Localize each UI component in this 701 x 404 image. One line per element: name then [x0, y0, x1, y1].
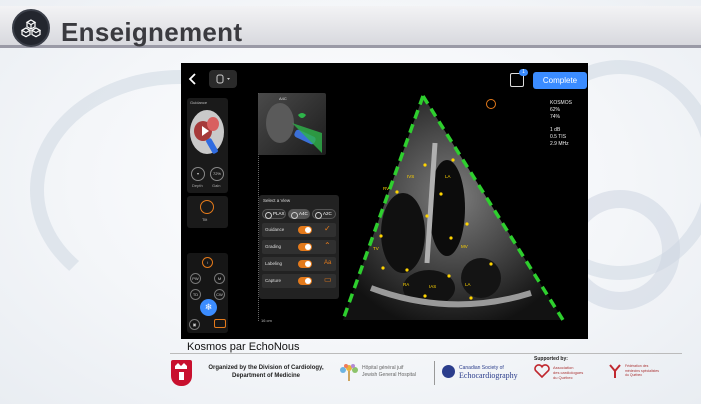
organizer-line: Organized by the Division of Cardiology, [208, 365, 324, 371]
anatomy-label: LA [445, 174, 451, 179]
guidance-row-label: Guidance [265, 227, 285, 232]
anatomy-label: IVS [407, 174, 414, 179]
freeze-snowflake-icon[interactable]: ❄ [200, 299, 217, 316]
text-labels-icon: Aa [324, 260, 332, 266]
gallery-button[interactable]: ▣ [189, 319, 200, 330]
header-bar: Enseignement [0, 6, 701, 48]
imaging-controls: ↕ PW M TD CW ❄ ▣ [187, 253, 228, 333]
probe-menu-button[interactable] [209, 70, 237, 88]
chevron-up-icon: ⌃ [324, 241, 331, 250]
view-option-a2c[interactable]: A2C [312, 209, 336, 219]
reference-view-thumbnail [258, 93, 326, 155]
tdi-button[interactable]: TD [190, 289, 201, 300]
jgh-line: Hôpital général juif [362, 365, 404, 371]
labeling-row-label: Labeling [265, 261, 283, 266]
anatomy-label: RV [383, 186, 389, 191]
anatomy-label: IAS [429, 284, 436, 289]
grading-row[interactable]: Grading ⌃ [262, 240, 336, 254]
guidance-row[interactable]: Guidance ✓ [262, 223, 336, 237]
heart-logo [534, 364, 550, 378]
guidance-toggle[interactable] [298, 226, 312, 234]
ultrasound-sector-image: RV IVS LA TV MV RA IAS LA [341, 95, 565, 321]
capture-row[interactable]: Capture ▭ [262, 274, 336, 288]
readout-brand: KOSMOS [550, 100, 572, 106]
probe-guidance-illustration [190, 110, 224, 154]
select-view-menu: Select a View PLAX A4C A2C Guidance ✓ Gr… [259, 195, 339, 299]
left-control-panel: Guidance ▾ 72% Depth Gain Tilt ↕ PW M TD… [187, 98, 228, 333]
gain-dial[interactable]: 72% [210, 167, 224, 181]
tilt-panel[interactable]: Tilt [187, 196, 228, 228]
labeling-toggle[interactable] [298, 260, 312, 268]
camera-icon: ▭ [324, 275, 332, 284]
grading-row-label: Grading [265, 244, 282, 249]
association-text: Association des cardiologues du Québec [553, 365, 598, 380]
association-line: du Québec [553, 375, 573, 380]
depth-label: Depth [192, 183, 203, 188]
readout-line: 0.5 TIS [550, 134, 567, 140]
capture-camera-icon[interactable] [214, 319, 226, 328]
chevron-left-icon [188, 73, 196, 85]
readout-line: 2.9 MHz [550, 141, 569, 147]
cube-network-icon [12, 9, 50, 47]
capture-toggle[interactable] [298, 277, 312, 285]
check-icon: ✓ [324, 224, 331, 233]
select-view-title: Select a View [263, 198, 291, 203]
cse-logo [442, 365, 455, 378]
orientation-marker-icon [486, 99, 496, 109]
jgh-tree-logo [340, 364, 358, 381]
fmsq-text: Fédération des médecins spécialistes du … [625, 364, 680, 378]
labeling-row[interactable]: Labeling Aa [262, 257, 336, 271]
jgh-line: Jewish General Hospital [362, 372, 416, 378]
back-button[interactable] [187, 72, 203, 90]
jgh-text: Hôpital général juif Jewish General Hosp… [362, 365, 432, 379]
kosmos-app-screenshot: 1 Complete Guidance ▾ 72% Depth Gain Til… [181, 63, 588, 339]
cw-button[interactable]: CW [214, 289, 225, 300]
tilt-dial-icon [200, 200, 214, 214]
probe-icon [216, 74, 230, 84]
view-option-a4c[interactable]: A4C [288, 209, 310, 219]
mcgill-shield-logo [171, 360, 192, 386]
m-mode-button[interactable]: M [214, 273, 225, 284]
depth-value: 16 cm [261, 318, 272, 323]
anatomy-label: MV [461, 244, 468, 249]
depth-dial[interactable]: ▾ [191, 167, 205, 181]
pw-button[interactable]: PW [190, 273, 201, 284]
readout-line: 62% [550, 107, 561, 113]
guidance-panel: Guidance ▾ 72% Depth Gain [187, 98, 228, 193]
anatomy-label: TV [373, 246, 379, 251]
page-title: Enseignement [61, 17, 243, 47]
cse-text: Canadian Society of Echocardiography [459, 365, 529, 380]
anatomy-label: LA [465, 282, 471, 287]
share-count-badge: 1 [519, 69, 528, 76]
supported-by-label: Supported by: [534, 356, 568, 362]
view-thumb-label: A4C [279, 96, 287, 101]
fmsq-line: du Québec [625, 373, 643, 377]
reference-heart-illustration [266, 103, 322, 153]
view-option-plax[interactable]: PLAX [262, 209, 286, 219]
capture-row-label: Capture [265, 278, 282, 283]
image-caption: Kosmos par EchoNous [187, 341, 300, 353]
organizer-text: Organized by the Division of Cardiology,… [201, 364, 331, 380]
complete-button[interactable]: Complete [533, 72, 587, 89]
divider [170, 353, 682, 354]
readout-line: 74% [550, 114, 561, 120]
organizer-line: Department of Medicine [231, 373, 300, 379]
fmsq-logo [609, 364, 621, 378]
grading-toggle[interactable] [298, 243, 312, 251]
readout-line: 1 dB [550, 127, 561, 133]
cse-line: Echocardiography [459, 371, 518, 380]
divider [434, 361, 435, 385]
mode-toggle-icon[interactable]: ↕ [202, 257, 213, 268]
sponsor-footer: Organized by the Division of Cardiology,… [0, 355, 701, 395]
tilt-label: Tilt [202, 217, 208, 222]
gain-label: Gain [212, 183, 221, 188]
imaging-readout: KOSMOS 62% 74% 1 dB 0.5 TIS 2.9 MHz [550, 100, 586, 148]
anatomy-label: RA [403, 282, 409, 287]
